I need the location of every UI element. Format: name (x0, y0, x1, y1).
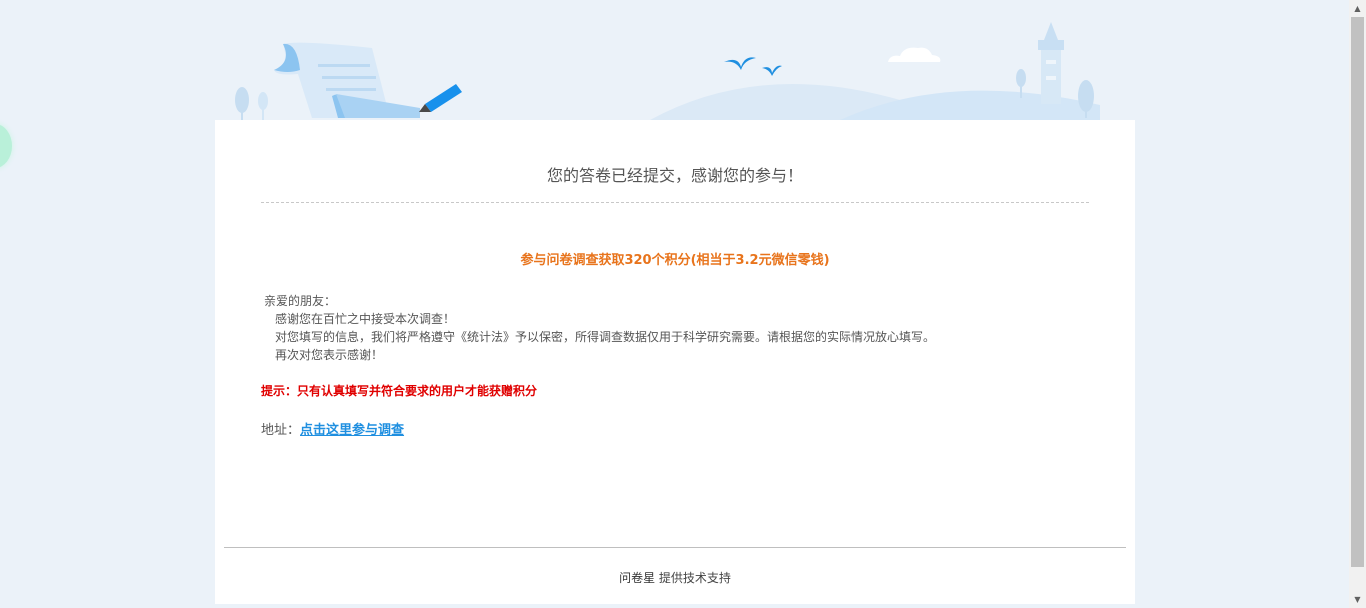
reward-text: 参与问卷调查获取320个积分(相当于3.2元微信零钱) (520, 253, 830, 268)
footer-brand[interactable]: 问卷星 (619, 571, 655, 585)
letter-line: 感谢您在百忙之中接受本次调查！ (275, 312, 456, 326)
thank-you-letter: 亲爱的朋友： 感谢您在百忙之中接受本次调查！ 对您填写的信息，我们将严格遵守《统… (264, 292, 935, 364)
letter-line: 再次对您表示感谢！ (275, 348, 384, 362)
vertical-scrollbar[interactable]: ▲ ▼ (1349, 0, 1366, 608)
address-row: 地址：点击这里参与调查 (261, 419, 404, 438)
footer-divider (224, 547, 1126, 548)
cloud-icon (888, 47, 941, 62)
footer-text: 提供技术支持 (658, 571, 731, 585)
bird-icon (724, 57, 756, 70)
bird-icon (762, 65, 782, 76)
scroll-up-arrow-icon[interactable]: ▲ (1349, 0, 1366, 17)
scroll-thumb[interactable] (1351, 17, 1364, 567)
address-label: 地址： (261, 423, 301, 438)
letter-line: 对您填写的信息，我们将严格遵守《统计法》予以保密，所得调查数据仅用于科学研究需要… (275, 330, 936, 344)
tip-text: 提示：只有认真填写并符合要求的用户才能获赠积分 (261, 384, 538, 398)
floating-widget[interactable] (0, 124, 12, 168)
header-illustration (235, 22, 1100, 120)
footer: 问卷星 提供技术支持 (215, 569, 1135, 586)
dashed-divider (261, 202, 1089, 203)
pen-icon (425, 84, 462, 112)
scroll-down-arrow-icon[interactable]: ▼ (1349, 591, 1366, 608)
thank-you-card: 您的答卷已经提交，感谢您的参与！ 参与问卷调查获取320个积分(相当于3.2元微… (215, 120, 1135, 604)
letter-greeting: 亲爱的朋友： (264, 294, 337, 308)
page-title: 您的答卷已经提交，感谢您的参与！ (546, 166, 803, 185)
survey-link[interactable]: 点击这里参与调查 (300, 423, 404, 438)
